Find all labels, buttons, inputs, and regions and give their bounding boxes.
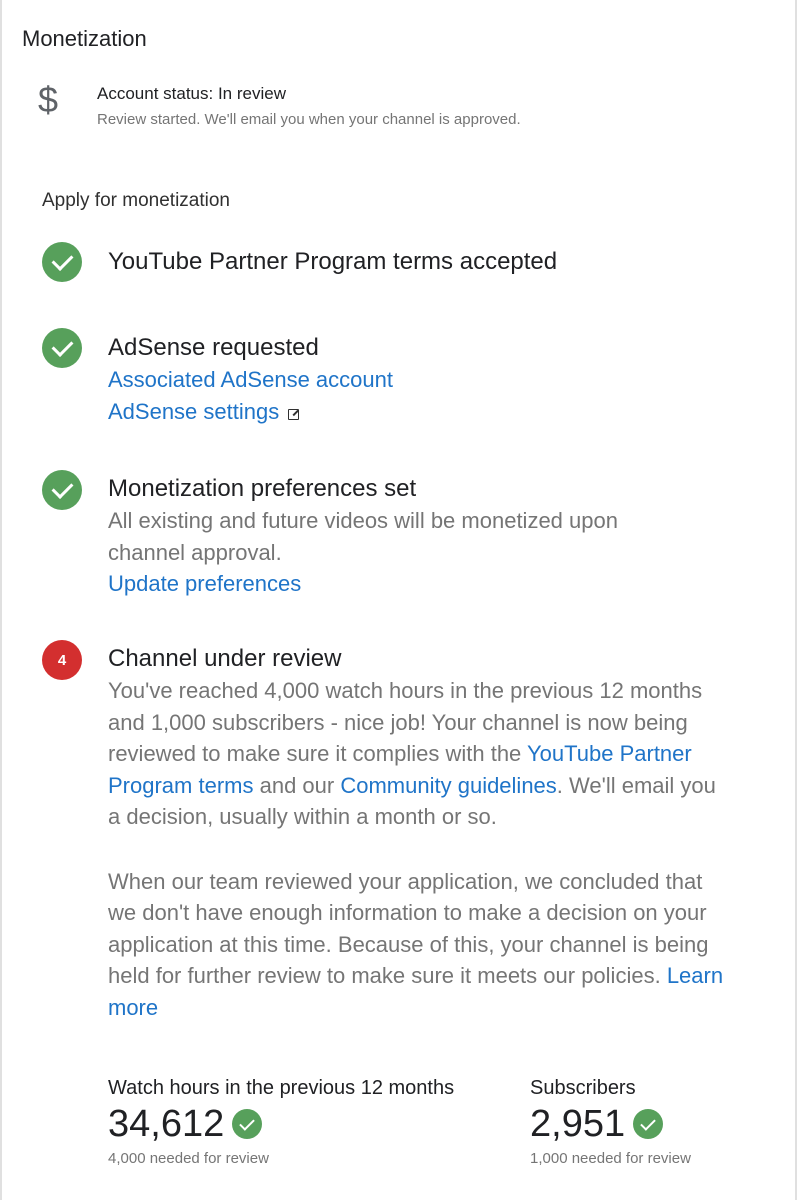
eligibility-stats: Watch hours in the previous 12 months 34…: [108, 1077, 748, 1177]
step-description: You've reached 4,000 watch hours in the …: [108, 675, 728, 833]
left-border: [0, 0, 2, 1200]
check-circle-icon: [42, 470, 82, 510]
step-title: Monetization preferences set: [108, 475, 417, 502]
watch-hours-label: Watch hours in the previous 12 months: [108, 1077, 455, 1099]
external-link-icon: [288, 408, 300, 420]
subscribers-stat: Subscribers 2,951 1,000 needed for revie…: [530, 1077, 691, 1167]
step-title: YouTube Partner Program terms accepted: [108, 248, 558, 275]
account-status-message: Review started. We'll email you when you…: [97, 111, 521, 128]
review-hold-message: When our team reviewed your application,…: [108, 868, 709, 989]
associated-adsense-link[interactable]: Associated AdSense account: [108, 364, 748, 396]
check-circle-icon: [633, 1109, 664, 1139]
community-guidelines-link[interactable]: Community guidelines: [340, 773, 556, 798]
adsense-settings-label: AdSense settings: [108, 398, 280, 424]
watch-hours-value: 34,612: [108, 1103, 225, 1145]
check-circle-icon: [42, 328, 82, 368]
step-description: All existing and future videos will be m…: [108, 508, 618, 565]
step-preferences: Monetization preferences set All existin…: [108, 473, 748, 600]
step-adsense: AdSense requested Associated AdSense acc…: [108, 332, 748, 427]
step-number-badge: 4: [42, 640, 82, 680]
subscribers-value: 2,951: [530, 1103, 626, 1145]
check-circle-icon: [42, 242, 82, 282]
step-title: AdSense requested: [108, 334, 319, 361]
apply-heading: Apply for monetization: [42, 190, 230, 211]
check-circle-icon: [232, 1109, 263, 1139]
subscribers-requirement: 1,000 needed for review: [530, 1150, 691, 1167]
watch-hours-requirement: 4,000 needed for review: [108, 1150, 269, 1167]
subscribers-label: Subscribers: [530, 1077, 636, 1099]
step-channel-review: Channel under review You've reached 4,00…: [108, 643, 748, 1023]
watch-hours-stat: Watch hours in the previous 12 months 34…: [108, 1077, 454, 1167]
review-text-part: and our: [259, 772, 335, 798]
review-hold-text: When our team reviewed your application,…: [108, 866, 733, 1024]
account-status: Account status: In review: [97, 84, 286, 103]
step-title: Channel under review: [108, 645, 342, 672]
step-terms-accepted: YouTube Partner Program terms accepted: [108, 246, 748, 278]
adsense-settings-link[interactable]: AdSense settings: [108, 396, 748, 428]
update-preferences-link[interactable]: Update preferences: [108, 568, 748, 600]
page-title: Monetization: [22, 26, 147, 51]
dollar-icon: $: [38, 79, 59, 120]
